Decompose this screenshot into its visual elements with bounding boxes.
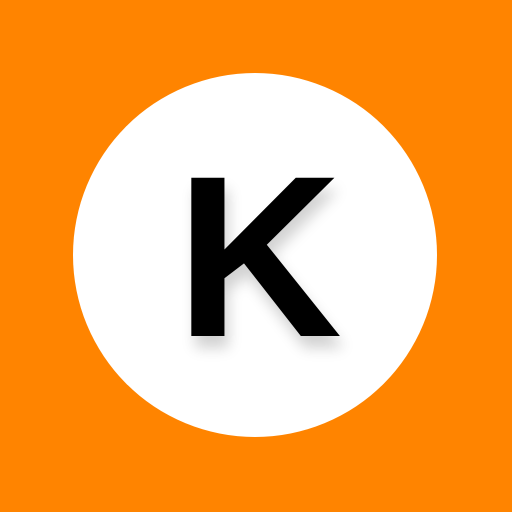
app-icon: K	[0, 0, 512, 512]
letter-k-icon: K	[175, 128, 343, 385]
white-circle-badge: K	[73, 73, 437, 437]
